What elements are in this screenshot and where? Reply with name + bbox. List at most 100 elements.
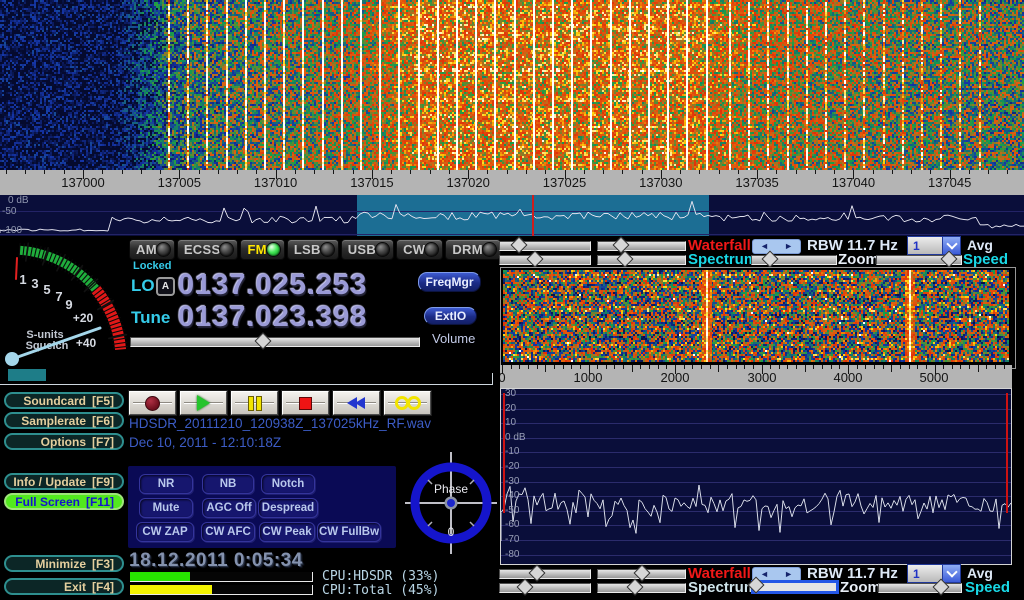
scale-tick xyxy=(256,170,257,174)
scale-tick xyxy=(410,170,411,174)
lo-a-badge[interactable]: A xyxy=(156,277,175,296)
main-frequency-scale[interactable]: 1370001370051370101370151370201370251370… xyxy=(0,170,1024,195)
scale-tick xyxy=(554,365,555,369)
dropdown-arrow-icon[interactable] xyxy=(942,237,960,254)
squelch-indicator[interactable] xyxy=(8,369,46,381)
avg-count-select-2[interactable]: 1 xyxy=(907,564,961,583)
scale-tick xyxy=(632,365,633,372)
audio-waterfall-panel[interactable] xyxy=(500,267,1016,369)
scale-tick xyxy=(779,365,780,369)
dsp-button-cw-fullbw[interactable]: CW FullBw xyxy=(317,522,381,542)
sidebar-button-info-update[interactable]: Info / Update[F9] xyxy=(4,473,124,490)
scale-label: 137005 xyxy=(158,175,201,190)
sidebar-button-key: [F6] xyxy=(92,414,114,428)
dsp-button-cw-afc[interactable]: CW AFC xyxy=(201,522,255,542)
audio-waterfall-display[interactable] xyxy=(503,270,1009,362)
waterfall-contrast-slider[interactable] xyxy=(597,241,686,251)
volume-slider[interactable] xyxy=(130,337,420,347)
main-spectrum-canvas[interactable] xyxy=(0,195,1024,236)
main-spectrum-display[interactable]: 0 dB -50 -100 xyxy=(0,195,1024,236)
waterfall-brightness-slider[interactable] xyxy=(499,241,591,251)
dsp-button-nb[interactable]: NB xyxy=(202,474,254,494)
lo-frequency-value[interactable]: 0137.025.253 xyxy=(178,269,367,302)
freqmgr-button[interactable]: FreqMgr xyxy=(418,272,481,292)
slider-thumb xyxy=(255,333,272,350)
audio-spectrum-panel[interactable]: 3020100 dB-10-20-30-40-50-60-70-80 xyxy=(500,388,1012,565)
scale-tick xyxy=(580,365,581,369)
mode-button-cw[interactable]: CW xyxy=(396,239,443,260)
dsp-button-cw-peak[interactable]: CW Peak xyxy=(259,522,315,542)
spin-right-icon[interactable]: ► xyxy=(784,242,793,251)
mode-label: USB xyxy=(348,242,376,257)
rewind-button[interactable] xyxy=(333,391,380,415)
dsp-button-notch[interactable]: Notch xyxy=(261,474,315,494)
tune-frequency-value[interactable]: 0137.023.398 xyxy=(178,301,367,334)
dsp-button-cw-zap[interactable]: CW ZAP xyxy=(136,522,194,542)
mode-led-icon xyxy=(483,243,496,256)
scale-tick xyxy=(943,365,944,369)
extio-button[interactable]: ExtIO xyxy=(424,307,477,325)
record-icon xyxy=(145,396,160,411)
scale-tick xyxy=(511,365,512,369)
spectrum-brightness-slider[interactable] xyxy=(499,255,591,265)
sidebar-button-soundcard[interactable]: Soundcard[F5] xyxy=(4,392,124,409)
scale-label: 137020 xyxy=(446,175,489,190)
audio-spectrum-display[interactable] xyxy=(501,389,1011,564)
spectrum-contrast-slider[interactable] xyxy=(597,255,686,265)
scale-tick xyxy=(805,365,806,372)
mode-button-lsb[interactable]: LSB xyxy=(287,239,339,260)
sidebar-button-exit[interactable]: Exit[F4] xyxy=(4,578,124,595)
zoom-slider[interactable] xyxy=(751,255,837,265)
play-button[interactable] xyxy=(180,391,227,415)
speed-slider-2[interactable] xyxy=(878,583,962,593)
dsp-button-despread[interactable]: Despread xyxy=(258,498,318,518)
sidebar-button-minimize[interactable]: Minimize[F3] xyxy=(4,555,124,572)
sidebar-button-full-screen[interactable]: Full Screen[F11] xyxy=(4,493,124,510)
spin-left-icon[interactable]: ◄ xyxy=(760,570,769,579)
slider-thumb xyxy=(616,251,633,268)
record-button[interactable] xyxy=(129,391,176,415)
phase-dial[interactable]: Phase 0 xyxy=(402,450,502,556)
loop-button[interactable] xyxy=(384,391,431,415)
tune-frequency-marker[interactable] xyxy=(532,195,534,236)
zoom-slider-2[interactable] xyxy=(751,580,839,594)
rbw-spinner[interactable]: ◄ ► xyxy=(752,239,801,254)
recording-timestamp: 18.12.2011 0:05:34 xyxy=(129,550,303,572)
scale-label: 137010 xyxy=(254,175,297,190)
waterfall-brightness-slider-2[interactable] xyxy=(499,569,591,579)
dropdown-arrow-icon[interactable] xyxy=(942,565,960,582)
scale-tick xyxy=(102,170,103,174)
mode-label: FM xyxy=(247,242,266,257)
waterfall-contrast-slider-2[interactable] xyxy=(597,569,686,579)
speed-slider[interactable] xyxy=(876,255,962,265)
stop-button[interactable] xyxy=(282,391,329,415)
mode-button-am[interactable]: AM xyxy=(129,239,175,260)
scale-tick xyxy=(64,170,65,174)
spectrum-label[interactable]: Spectrum xyxy=(688,251,757,268)
scale-tick xyxy=(519,365,520,369)
scale-label: 137000 xyxy=(61,175,104,190)
mode-button-usb[interactable]: USB xyxy=(341,239,394,260)
mode-button-fm[interactable]: FM xyxy=(240,239,284,260)
smeter-number: 7 xyxy=(55,289,62,304)
spectrum-brightness-slider-2[interactable] xyxy=(499,583,591,593)
sidebar-button-options[interactable]: Options[F7] xyxy=(4,433,124,450)
audio-frequency-scale[interactable]: 010002000300040005000 xyxy=(500,365,1012,388)
mode-button-ecss[interactable]: ECSS xyxy=(177,239,239,260)
main-waterfall-display[interactable] xyxy=(0,0,1024,170)
sidebar-button-samplerate[interactable]: Samplerate[F6] xyxy=(4,412,124,429)
scale-tick xyxy=(718,365,719,372)
pause-button[interactable] xyxy=(231,391,278,415)
scale-tick xyxy=(642,170,643,174)
spin-right-icon[interactable]: ► xyxy=(784,570,793,579)
dsp-button-nr[interactable]: NR xyxy=(139,474,193,494)
scale-tick xyxy=(892,170,893,174)
mode-button-drm[interactable]: DRM xyxy=(445,239,501,260)
dsp-button-agc-off[interactable]: AGC Off xyxy=(202,498,256,518)
spectrum-label-2[interactable]: Spectrum xyxy=(688,579,757,596)
dsp-button-mute[interactable]: Mute xyxy=(139,498,193,518)
spin-left-icon[interactable]: ◄ xyxy=(760,242,769,251)
avg-count-select[interactable]: 1 xyxy=(907,236,961,255)
spectrum-contrast-slider-2[interactable] xyxy=(597,583,686,593)
scale-tick xyxy=(1004,365,1005,369)
